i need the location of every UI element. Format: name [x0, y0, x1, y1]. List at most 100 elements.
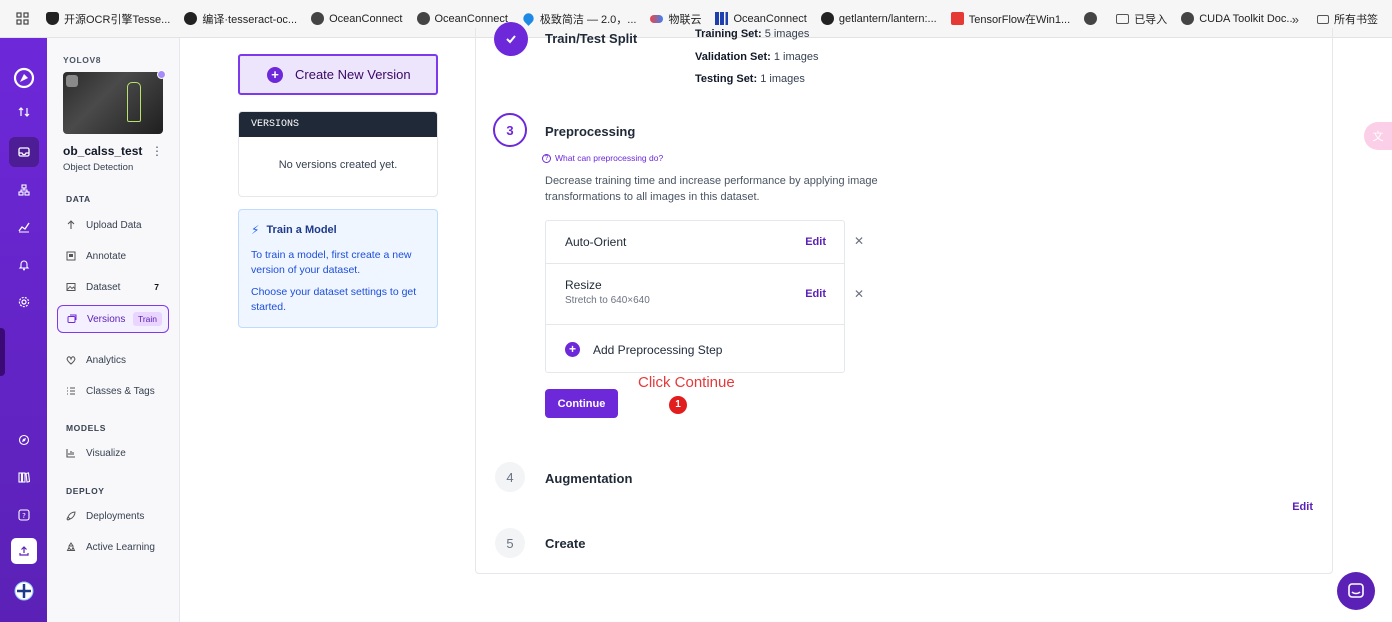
sidebar-item-classes-tags[interactable]: Classes & Tags [57, 378, 169, 404]
analytics-icon [66, 355, 76, 365]
folder-icon [1317, 14, 1329, 24]
sidebar-item-label: Dataset [86, 281, 121, 293]
bookmark-label: 开源OCR引擎Tesse... [64, 13, 171, 26]
docs-library-icon[interactable] [11, 464, 37, 490]
remove-resize-close-icon[interactable]: ✕ [854, 287, 864, 301]
chat-support-button[interactable] [1337, 572, 1375, 610]
sidebar-item-label: Classes & Tags [86, 385, 155, 397]
help-icon[interactable]: ? [11, 502, 37, 528]
section-heading-models: MODELS [66, 423, 106, 433]
svg-text:?: ? [22, 512, 26, 520]
step-title-split: Train/Test Split [545, 31, 638, 46]
bookmark-item[interactable] [1084, 12, 1102, 25]
sidebar-item-deployments[interactable]: Deployments [57, 503, 169, 529]
train-badge[interactable]: Train [132, 312, 162, 326]
preprocessing-steps-list: Auto-Orient Edit Resize Stretch to 640×6… [545, 220, 845, 373]
settings-gear-icon[interactable] [11, 289, 37, 315]
step-title-preprocessing: Preprocessing [545, 124, 636, 139]
bookmark-label: getlantern/lantern:... [838, 12, 937, 25]
question-circle-icon: ? [542, 153, 551, 163]
roboflow-logo-icon[interactable] [10, 64, 38, 92]
c-icon [950, 12, 964, 25]
globe-icon [1084, 12, 1098, 25]
training-set-row: Training Set: 5 images [695, 28, 809, 40]
project-thumbnail[interactable] [63, 72, 163, 134]
workflows-icon[interactable] [11, 177, 37, 203]
sidebar-item-annotate[interactable]: Annotate [57, 243, 169, 269]
sort-icon[interactable] [11, 99, 37, 125]
bookmark-label: OceanConnect [733, 12, 807, 25]
upload-arrow-icon [66, 220, 76, 230]
cloud-icon [650, 14, 664, 23]
edit-augmentation-button[interactable]: Edit [1292, 501, 1313, 513]
annotation-instruction: Click Continue [638, 374, 735, 391]
bookmark-item[interactable]: TensorFlow在Win1... [950, 11, 1070, 27]
bookmark-item[interactable]: CUDA Toolkit Doc... [1181, 12, 1296, 25]
bookmark-item[interactable]: OceanConnect [715, 12, 807, 25]
project-menu-button[interactable]: ⋮ [151, 144, 163, 158]
main-content: + Create New Version VERSIONS No version… [180, 22, 1392, 622]
bookmark-item[interactable]: OceanConnect [416, 12, 508, 25]
bookmark-label: CUDA Toolkit Doc... [1199, 12, 1296, 25]
bookmark-item[interactable]: 极致简洁 — 2.0，... [521, 11, 636, 27]
step-title-augmentation: Augmentation [545, 471, 633, 486]
create-new-version-button[interactable]: + Create New Version [238, 54, 438, 95]
step-name: Resize [565, 278, 602, 292]
bookmark-item[interactable]: 物联云 [650, 11, 701, 27]
testing-set-value: 1 images [760, 73, 805, 85]
versions-card: VERSIONS No versions created yet. [238, 111, 438, 197]
analytics-rail-icon[interactable] [11, 214, 37, 240]
step-name: Auto-Orient [565, 235, 627, 249]
projects-inbox-icon[interactable] [9, 137, 39, 167]
sidebar-item-dataset[interactable]: Dataset 7 [57, 274, 169, 300]
bookmark-label: 已导入 [1134, 13, 1168, 26]
sidebar-item-visualize[interactable]: Visualize [57, 440, 169, 466]
plus-circle-icon: + [565, 342, 580, 357]
training-set-value: 5 images [764, 28, 810, 40]
chat-icon [1348, 583, 1364, 598]
preprocessing-help-link[interactable]: ? What can preprocessing do? [542, 153, 663, 163]
explore-icon[interactable] [11, 427, 37, 453]
bookmarks-overflow-button[interactable]: » [1292, 12, 1299, 27]
preprocessing-step-resize: Resize Stretch to 640×640 Edit [546, 264, 844, 325]
upload-icon[interactable] [11, 538, 37, 564]
bookmark-item[interactable]: getlantern/lantern:... [820, 12, 937, 25]
train-model-title: Train a Model [266, 224, 337, 236]
recycle-icon [66, 542, 76, 552]
sidebar-item-label: Annotate [86, 250, 127, 262]
sidebar-item-versions[interactable]: Versions Train [57, 305, 169, 333]
sidebar-item-label: Active Learning [86, 541, 155, 553]
sidebar-item-upload-data[interactable]: Upload Data [57, 212, 169, 238]
step-number-augmentation: 4 [495, 462, 525, 492]
edit-resize-button[interactable]: Edit [805, 288, 826, 300]
sidebar-item-label: Deployments [86, 510, 145, 522]
create-new-version-label: Create New Version [295, 67, 411, 82]
bookmark-label: OceanConnect [434, 12, 508, 25]
bookmark-item[interactable]: OceanConnect [311, 12, 403, 25]
add-preprocessing-step-button[interactable]: + Add Preprocessing Step [565, 342, 722, 357]
train-model-text-1: To train a model, first create a new ver… [251, 248, 412, 277]
bookmark-item[interactable]: 已导入 [1116, 11, 1167, 27]
translate-icon[interactable]: 文 [1364, 122, 1392, 150]
step-title-create: Create [545, 536, 586, 551]
bookmark-label: OceanConnect [329, 12, 403, 25]
bookmark-item[interactable]: 开源OCR引擎Tesse... [46, 11, 170, 27]
train-model-card: ⚡ Train a Model To train a model, first c… [238, 209, 438, 328]
edit-auto-orient-button[interactable]: Edit [805, 236, 826, 248]
add-step-label: Add Preprocessing Step [593, 342, 723, 357]
sidebar-item-label: Analytics [86, 354, 127, 366]
notifications-icon[interactable] [11, 252, 37, 278]
help-link-label: What can preprocessing do? [555, 153, 664, 163]
sidebar-item-analytics[interactable]: Analytics [57, 347, 169, 373]
continue-button[interactable]: Continue [545, 389, 618, 418]
remove-auto-orient-close-icon[interactable]: ✕ [854, 234, 864, 248]
rail-collapse-handle[interactable] [0, 328, 5, 376]
globe-icon [311, 12, 325, 25]
all-bookmarks-button[interactable]: 所有书签 [1317, 11, 1378, 27]
testing-set-row: Testing Set: 1 images [695, 73, 805, 85]
preprocessing-step-auto-orient: Auto-Orient Edit [546, 221, 844, 264]
bookmark-item[interactable]: 编译·tesseract-oc... [184, 11, 297, 27]
apps-grid-icon[interactable] [12, 9, 32, 29]
user-avatar[interactable] [11, 578, 37, 604]
sidebar-item-active-learning[interactable]: Active Learning [57, 534, 169, 560]
